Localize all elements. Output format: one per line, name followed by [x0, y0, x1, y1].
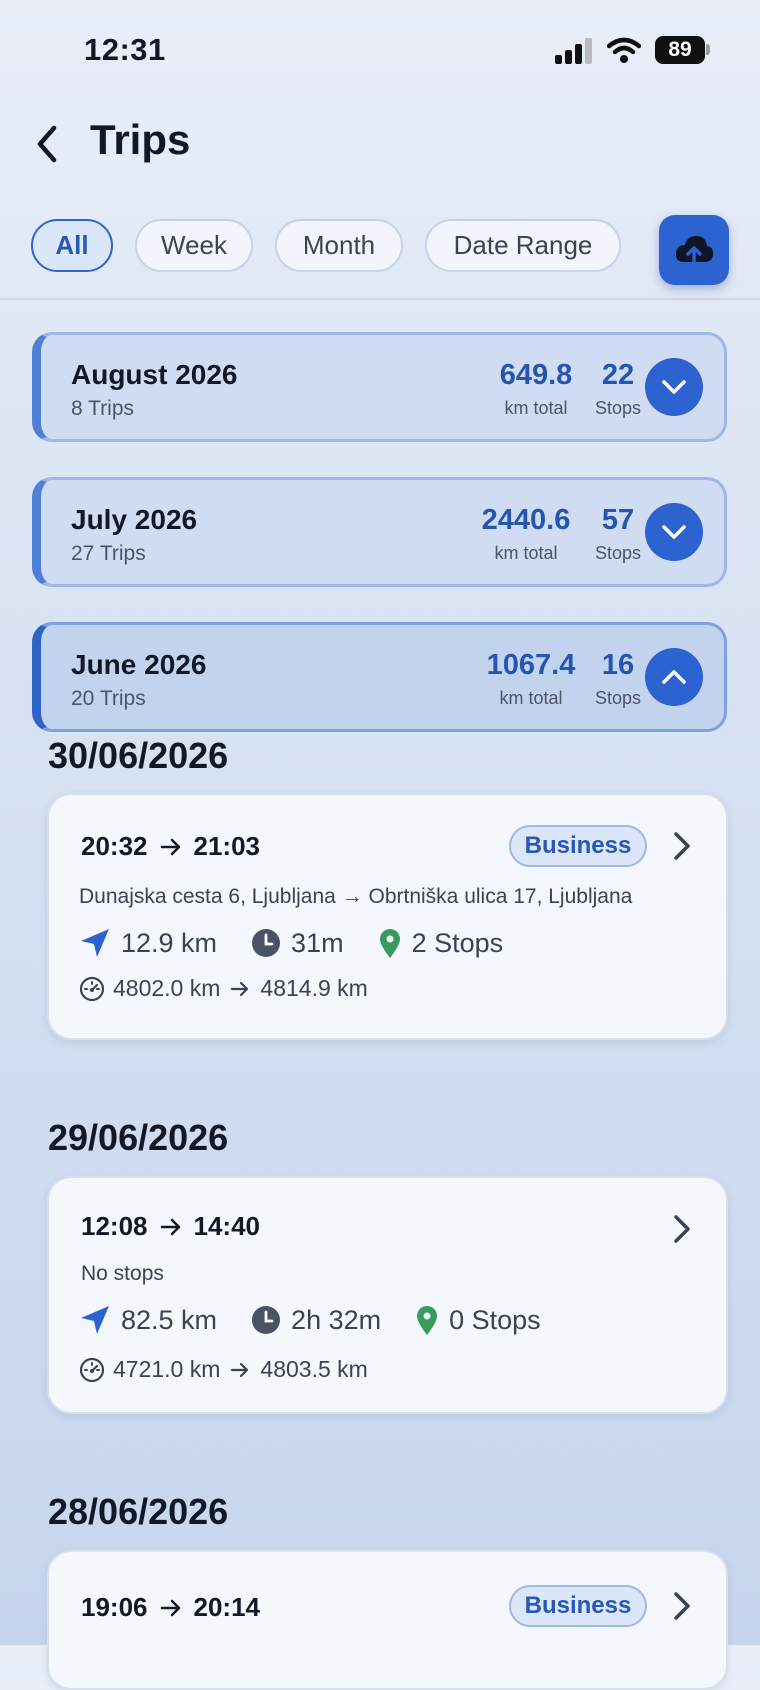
trip-stats: 12.9 km 31m 2 Stops: [79, 923, 537, 963]
chevron-down-icon: [662, 380, 686, 394]
stops-label: Stops: [594, 688, 642, 708]
filter-bar: All Week Month Date Range: [0, 215, 760, 285]
month-trip-count: 20 Trips: [71, 687, 146, 710]
map-pin-icon: [417, 1306, 438, 1335]
month-stops-count: 16: [601, 649, 635, 681]
month-km-total: 649.8: [499, 359, 573, 391]
navigation-arrow-icon: [81, 1306, 109, 1334]
odometer-range: 4721.0 km 4803.5 km: [79, 1356, 368, 1383]
month-card-june[interactable]: June 2026 20 Trips 1067.4 km total 16 St…: [32, 622, 727, 732]
month-km-total: 2440.6: [481, 504, 571, 536]
stops-label: Stops: [594, 398, 642, 418]
trip-card[interactable]: 20:32 21:03 Business Dunajska cesta 6, L…: [47, 793, 728, 1040]
cellular-signal-icon: [555, 38, 595, 64]
stops-label: Stops: [594, 543, 642, 563]
trip-stats: 82.5 km 2h 32m 0 Stops: [79, 1300, 575, 1340]
trip-distance: 82.5 km: [121, 1304, 218, 1335]
map-pin-icon: [379, 929, 400, 958]
trip-card[interactable]: 12:08 14:40 No stops 82.5 km 2h 32m 0 St…: [47, 1176, 728, 1414]
clock-icon: [252, 1306, 281, 1334]
navigation-arrow-icon: [81, 929, 109, 957]
arrow-right-icon: [231, 981, 249, 996]
month-card-july[interactable]: July 2026 27 Trips 2440.6 km total 57 St…: [32, 477, 727, 587]
distance-stat: 12.9 km: [79, 927, 217, 959]
odometer-start: 4802.0 km: [113, 975, 221, 1001]
month-stops-count: 22: [601, 359, 635, 391]
trip-time-range: 12:08 14:40: [81, 1211, 260, 1242]
cloud-upload-icon: [675, 236, 714, 266]
speedometer-icon: [79, 976, 105, 1001]
chevron-right-icon: [674, 1592, 690, 1620]
filter-chip-all[interactable]: All: [31, 219, 113, 272]
month-name: June 2026: [71, 649, 207, 680]
date-heading: 30/06/2026: [48, 735, 229, 776]
trip-duration: 2h 32m: [291, 1304, 382, 1335]
odometer-range: 4802.0 km 4814.9 km: [79, 975, 368, 1002]
odometer-end: 4803.5 km: [260, 1356, 368, 1382]
filter-chip-date-range[interactable]: Date Range: [425, 219, 621, 272]
duration-stat: 2h 32m: [251, 1305, 381, 1336]
duration-stat: 31m: [251, 928, 344, 959]
arrow-right-icon: [160, 1218, 180, 1235]
stops-stat: 0 Stops: [415, 1304, 541, 1336]
trip-route: No stops: [81, 1262, 164, 1285]
odometer-start: 4721.0 km: [113, 1356, 221, 1382]
battery-tip: [706, 44, 710, 55]
battery-indicator: 89: [655, 36, 705, 64]
month-km-total: 1067.4: [486, 649, 576, 681]
business-badge: Business: [509, 1585, 647, 1627]
nav-header: Trips: [0, 110, 760, 180]
filter-chip-week[interactable]: Week: [135, 219, 253, 272]
filter-divider: [0, 298, 760, 300]
arrow-right-icon: [160, 838, 180, 855]
expand-button[interactable]: [645, 503, 703, 561]
trip-time-range: 19:06 20:14: [81, 1592, 260, 1623]
trip-end-time: 20:14: [193, 1592, 261, 1622]
trip-distance: 12.9 km: [121, 927, 218, 958]
date-heading: 28/06/2026: [48, 1491, 229, 1532]
business-badge: Business: [509, 825, 647, 867]
trip-end-time: 21:03: [193, 831, 261, 861]
stops-stat: 2 Stops: [378, 927, 504, 959]
month-name: August 2026: [71, 359, 238, 390]
km-total-label: km total: [494, 543, 558, 563]
trip-time-range: 20:32 21:03: [81, 831, 260, 862]
chevron-down-icon: [662, 525, 686, 539]
page-title: Trips: [90, 116, 191, 163]
collapse-button[interactable]: [645, 648, 703, 706]
trip-start-time: 12:08: [81, 1211, 148, 1241]
trip-start-time: 20:32: [81, 831, 148, 861]
trip-route: Dunajska cesta 6, Ljubljana → Obrtniška …: [79, 885, 633, 908]
month-card-august[interactable]: August 2026 8 Trips 649.8 km total 22 St…: [32, 332, 727, 442]
chevron-right-icon: [674, 1215, 690, 1243]
trip-end-time: 14:40: [193, 1211, 261, 1241]
back-chevron-icon[interactable]: [30, 116, 82, 172]
month-trip-count: 8 Trips: [71, 397, 135, 420]
clock-icon: [252, 929, 281, 957]
month-name: July 2026: [71, 504, 198, 535]
month-trip-count: 27 Trips: [71, 542, 146, 565]
filter-chip-month[interactable]: Month: [275, 219, 403, 272]
trip-duration: 31m: [291, 927, 344, 958]
expand-button[interactable]: [645, 358, 703, 416]
speedometer-icon: [79, 1357, 105, 1382]
distance-stat: 82.5 km: [79, 1304, 217, 1336]
chevron-right-icon: [674, 832, 690, 860]
month-stops-count: 57: [601, 504, 635, 536]
arrow-right-icon: [160, 1599, 180, 1616]
trip-card[interactable]: 19:06 20:14 Business: [47, 1550, 728, 1690]
trip-stops: 2 Stops: [411, 927, 504, 958]
status-bar: 12:31 89: [0, 0, 760, 100]
km-total-label: km total: [504, 398, 568, 418]
chevron-up-icon: [662, 670, 686, 684]
km-total-label: km total: [499, 688, 563, 708]
odometer-end: 4814.9 km: [260, 975, 368, 1001]
wifi-icon: [607, 37, 641, 63]
cloud-upload-button[interactable]: [659, 215, 729, 285]
arrow-right-icon: [231, 1362, 249, 1377]
trip-stops: 0 Stops: [449, 1304, 541, 1335]
date-heading: 29/06/2026: [48, 1117, 229, 1158]
trip-start-time: 19:06: [81, 1592, 148, 1622]
status-time: 12:31: [84, 32, 166, 67]
